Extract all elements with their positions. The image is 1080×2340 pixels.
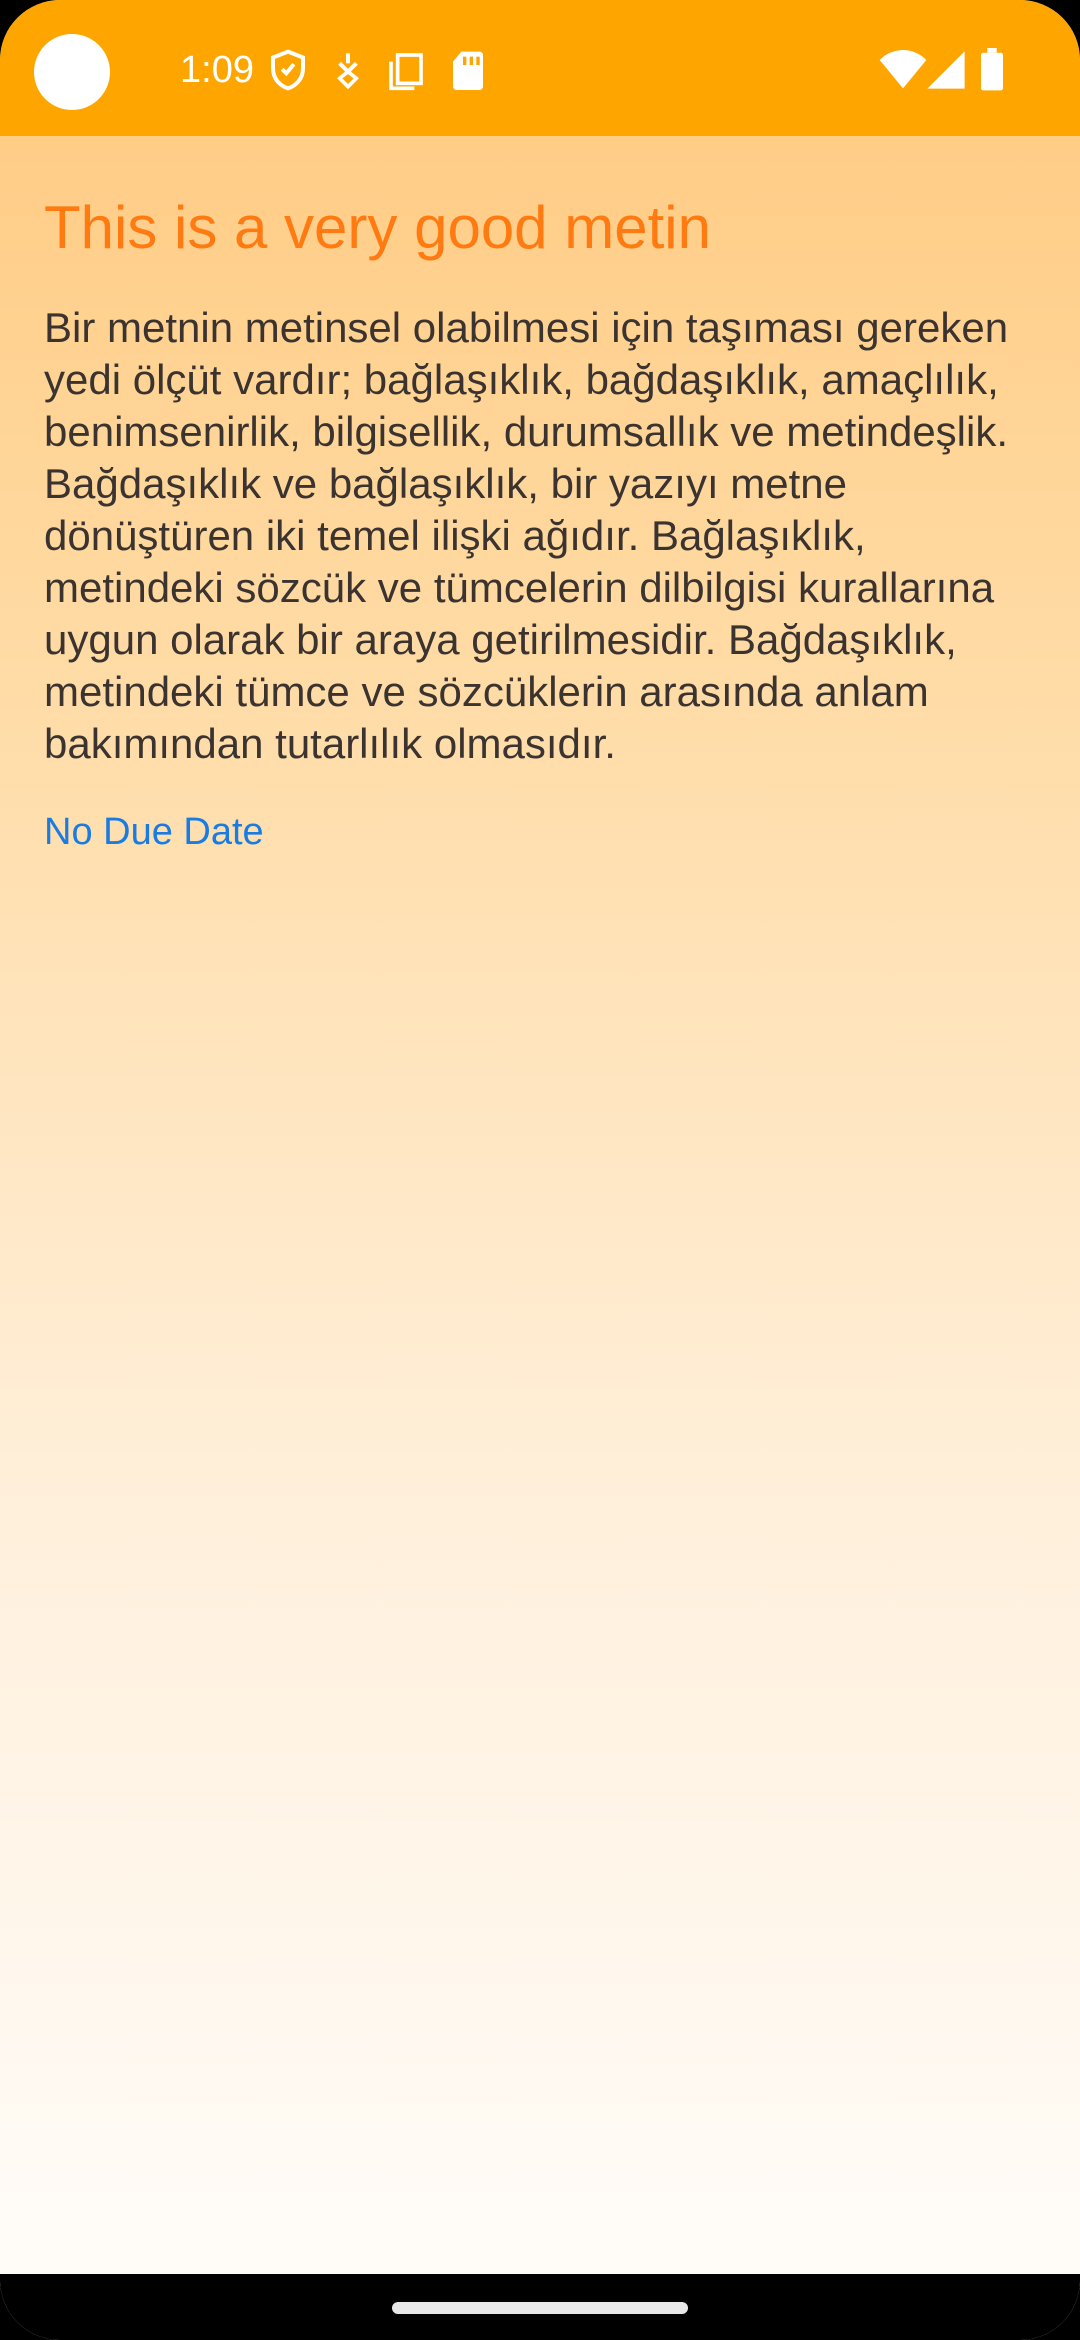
note-detail-screen: 1:09 This is a very good metin Bir metni… — [0, 0, 1080, 2340]
shield-icon — [268, 48, 308, 92]
wifi-icon — [878, 48, 928, 92]
navigation-bar — [0, 2274, 1080, 2340]
front-camera-cutout — [34, 34, 110, 110]
status-bar: 1:09 — [0, 0, 1080, 136]
cell-signal-icon — [924, 48, 968, 92]
sd-card-icon — [448, 48, 488, 92]
status-time: 1:09 — [180, 49, 254, 91]
note-body: Bir metnin metinsel olabilmesi için taşı… — [44, 304, 1009, 767]
home-gesture-handle[interactable] — [392, 2302, 688, 2314]
copy-icon — [386, 48, 426, 92]
location-pin-icon — [328, 48, 368, 92]
note-content: This is a very good metin Bir metnin met… — [44, 136, 1034, 858]
due-date-link[interactable]: No Due Date — [44, 806, 264, 858]
battery-icon — [978, 48, 1006, 92]
note-title: This is a very good metin — [44, 194, 711, 261]
